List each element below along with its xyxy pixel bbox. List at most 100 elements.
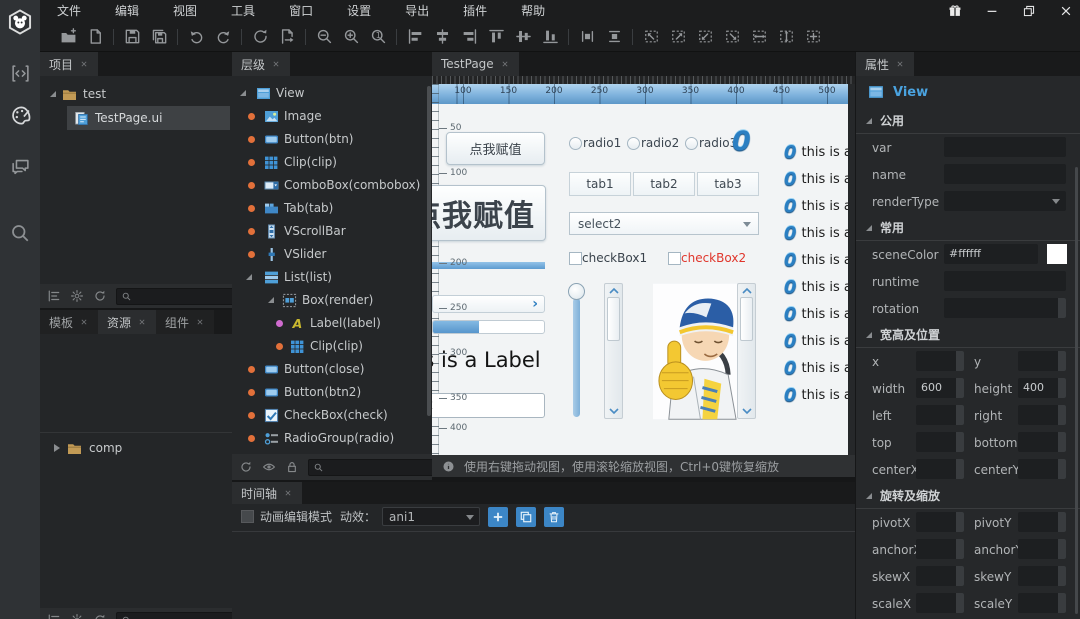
animation-mode-checkbox[interactable]: [241, 510, 254, 523]
canvas-tab-tab1[interactable]: tab1: [569, 172, 631, 196]
checkbox1[interactable]: checkBox1: [569, 251, 647, 265]
feedback-chat-icon[interactable]: [0, 148, 40, 184]
gear-icon[interactable]: [70, 289, 84, 303]
hierarchy-item-radiogroup-radio[interactable]: RadioGroup(radio): [232, 427, 426, 450]
zoom-in-icon[interactable]: [339, 25, 363, 49]
hierarchy-item-button-btn[interactable]: Button(btn): [232, 128, 426, 151]
code-mode-icon[interactable]: [0, 55, 40, 91]
tab-[interactable]: 资源: [98, 310, 157, 334]
stepper-handle[interactable]: [1058, 298, 1066, 318]
hierarchy-item-button-close[interactable]: Button(close): [232, 358, 426, 381]
refresh-view-icon[interactable]: [248, 25, 272, 49]
tab-properties[interactable]: 属性: [856, 52, 915, 76]
canvas-tab-tab2[interactable]: tab2: [633, 172, 695, 196]
stepper-handle[interactable]: [956, 539, 964, 559]
prop-input-skewx[interactable]: [916, 566, 964, 586]
stretch-vertical-icon[interactable]: [774, 25, 798, 49]
prop-input-pivotx[interactable]: [916, 512, 964, 532]
radio-circle[interactable]: [685, 136, 698, 150]
menu-tools[interactable]: 工具: [214, 0, 272, 22]
hierarchy-item-label-label[interactable]: A Label(label): [232, 312, 426, 335]
close-button[interactable]: [1058, 3, 1074, 19]
stepper-handle[interactable]: [956, 432, 964, 452]
prop-input-anchory[interactable]: [1018, 539, 1066, 559]
assign-button[interactable]: 点我赋值: [446, 132, 545, 165]
collapsed-arrow-icon[interactable]: [54, 444, 60, 452]
zoom-out-icon[interactable]: [312, 25, 336, 49]
section-header-0[interactable]: 公用: [856, 108, 1080, 134]
tab-close-icon[interactable]: [79, 317, 89, 327]
stepper-handle[interactable]: [956, 351, 964, 371]
tab-close-icon[interactable]: [283, 488, 293, 498]
radio-circle[interactable]: [569, 136, 582, 150]
stepper-handle[interactable]: [1058, 351, 1066, 371]
save-icon[interactable]: [120, 25, 144, 49]
copy-animation-button[interactable]: [516, 506, 537, 527]
stepper-handle[interactable]: [956, 566, 964, 586]
tab-timeline[interactable]: 时间轴: [232, 482, 303, 504]
checkbox2[interactable]: checkBox2: [668, 251, 746, 265]
refresh-icon[interactable]: [93, 289, 107, 303]
assign-button-large[interactable]: 点我赋值: [432, 185, 546, 241]
vscrollbar[interactable]: [737, 283, 756, 419]
prop-input-pivoty[interactable]: [1018, 512, 1066, 532]
effect-select[interactable]: ani1: [382, 507, 481, 526]
stepper-handle[interactable]: [1058, 539, 1066, 559]
radio-radio1[interactable]: radio1: [569, 136, 627, 150]
prop-input-left[interactable]: [916, 405, 964, 425]
hierarchy-item-box-render[interactable]: Box(render): [232, 289, 426, 312]
clip-digit-icon[interactable]: 0: [732, 128, 751, 155]
menu-plugins[interactable]: 插件: [446, 0, 504, 22]
refresh-icon[interactable]: [93, 613, 107, 619]
distribute-horizontal-icon[interactable]: [575, 25, 599, 49]
vscrollbar[interactable]: [604, 283, 623, 419]
color-swatch[interactable]: [1047, 244, 1067, 264]
list-widget[interactable]: 0 this is a 0 this is a 0 this is a 0 this is a…: [784, 139, 848, 431]
prop-input-var[interactable]: [944, 137, 1066, 157]
anchor-center-icon[interactable]: [801, 25, 825, 49]
prop-input-bottom[interactable]: [1018, 432, 1066, 452]
tree-item-test[interactable]: test: [40, 82, 232, 106]
stepper-handle[interactable]: [956, 459, 964, 479]
prop-input-right[interactable]: [1018, 405, 1066, 425]
hierarchy-item-image[interactable]: Image: [232, 105, 426, 128]
stepper-handle[interactable]: [1058, 378, 1066, 398]
stepper-handle[interactable]: [1058, 459, 1066, 479]
prop-input-top[interactable]: [916, 432, 964, 452]
checkbox-box[interactable]: [569, 251, 582, 265]
undo-icon[interactable]: [184, 25, 208, 49]
canvas-tab-tab3[interactable]: tab3: [697, 172, 759, 196]
delete-animation-button[interactable]: [544, 506, 565, 527]
prop-input-centery[interactable]: [1018, 459, 1066, 479]
stepper-handle[interactable]: [956, 405, 964, 425]
menu-settings[interactable]: 设置: [330, 0, 388, 22]
prop-input-x[interactable]: [916, 351, 964, 371]
hierarchy-item-vslider[interactable]: VSlider: [232, 243, 426, 266]
new-file-icon[interactable]: [83, 25, 107, 49]
prop-input-skewy[interactable]: [1018, 566, 1066, 586]
character-image[interactable]: [653, 283, 742, 420]
expand-arrow-icon[interactable]: [246, 274, 252, 280]
minimize-button[interactable]: [984, 3, 1000, 19]
stepper-handle[interactable]: [956, 512, 964, 532]
menu-edit[interactable]: 编辑: [98, 0, 156, 22]
tab-[interactable]: 模板: [40, 310, 99, 334]
prop-input-anchorx[interactable]: [916, 539, 964, 559]
anchor-bottom-right-icon[interactable]: [720, 25, 744, 49]
stepper-handle[interactable]: [956, 593, 964, 613]
menu-view[interactable]: 视图: [156, 0, 214, 22]
list-item[interactable]: 0 this is a: [784, 220, 848, 247]
global-search-icon[interactable]: [0, 215, 40, 251]
list-item[interactable]: 0 this is a: [784, 166, 848, 193]
align-center-horizontal-icon[interactable]: [430, 25, 454, 49]
stepper-handle[interactable]: [1058, 566, 1066, 586]
prop-input-rotation[interactable]: [944, 298, 1066, 318]
prop-input-runtime[interactable]: [944, 271, 1066, 291]
vslider-track[interactable]: [573, 298, 580, 417]
design-mode-icon[interactable]: [0, 97, 40, 133]
hierarchy-item-list-list[interactable]: List(list): [232, 266, 426, 289]
anchor-top-left-icon[interactable]: [639, 25, 663, 49]
stepper-handle[interactable]: [1058, 405, 1066, 425]
add-animation-button[interactable]: [488, 506, 509, 527]
prop-input-height[interactable]: 400: [1018, 378, 1066, 398]
